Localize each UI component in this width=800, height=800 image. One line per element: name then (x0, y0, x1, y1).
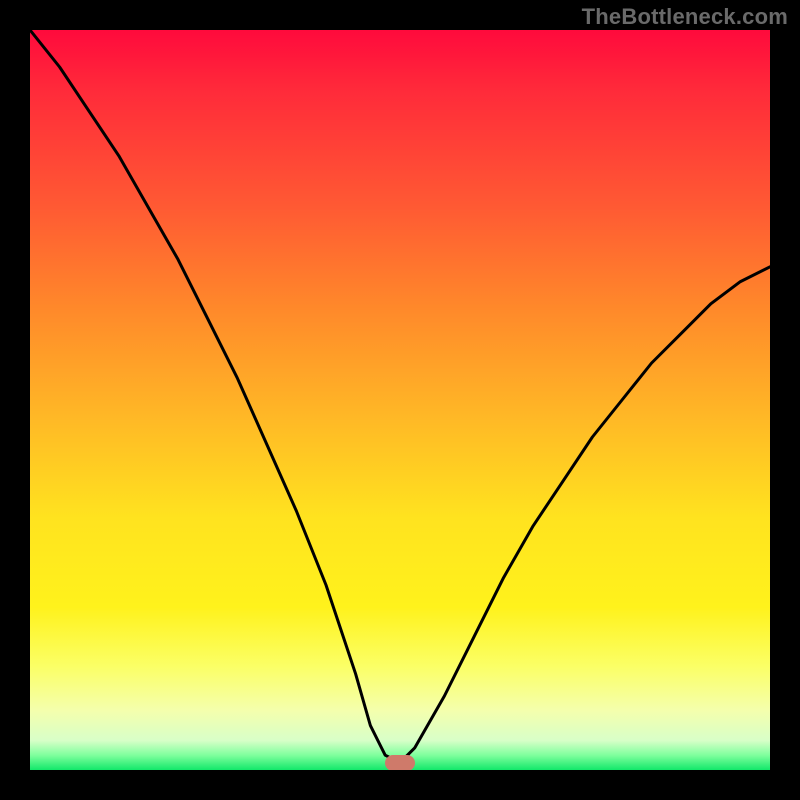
chart-frame: TheBottleneck.com (0, 0, 800, 800)
optimum-marker (385, 755, 415, 770)
plot-area (30, 30, 770, 770)
watermark-text: TheBottleneck.com (582, 4, 788, 30)
bottleneck-curve (30, 30, 770, 763)
curve-svg (30, 30, 770, 770)
